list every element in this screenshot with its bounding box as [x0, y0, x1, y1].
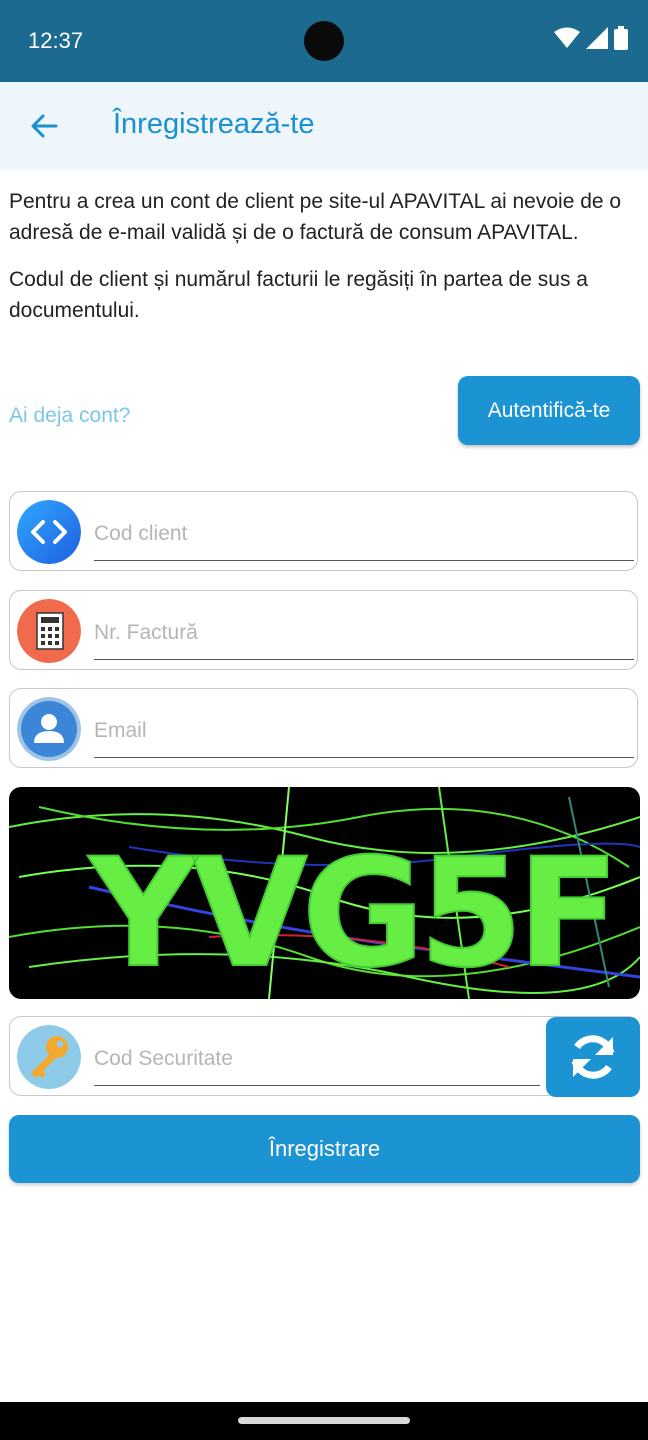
- captcha-text: YVG5F: [87, 827, 614, 999]
- invoice-number-field: [9, 590, 638, 670]
- home-gesture-handle[interactable]: [238, 1417, 410, 1424]
- camera-cutout: [304, 21, 344, 61]
- calculator-icon: [17, 599, 81, 663]
- intro-text: Pentru a crea un cont de client pe site-…: [9, 186, 639, 342]
- refresh-icon: [571, 1035, 615, 1079]
- intro-paragraph-2: Codul de client și numărul facturii le r…: [9, 268, 588, 322]
- captcha-image: YVG5F: [9, 787, 640, 999]
- login-button[interactable]: Autentifică-te: [458, 376, 640, 445]
- intro-paragraph-1: Pentru a crea un cont de client pe site-…: [9, 190, 622, 244]
- client-code-field: [9, 491, 638, 571]
- key-icon: [17, 1025, 81, 1089]
- client-code-input[interactable]: [94, 508, 634, 561]
- register-button[interactable]: Înregistrare: [9, 1115, 640, 1183]
- battery-icon: [614, 26, 628, 50]
- user-avatar-icon: [17, 697, 81, 761]
- navigation-bar: [0, 1402, 648, 1440]
- wifi-icon: [554, 27, 580, 48]
- email-field: [9, 688, 638, 768]
- code-brackets-icon: [17, 500, 81, 564]
- email-input[interactable]: [94, 705, 634, 758]
- page-title: Înregistrează-te: [113, 108, 315, 140]
- back-button[interactable]: [22, 104, 66, 148]
- status-icons: [554, 26, 628, 50]
- refresh-captcha-button[interactable]: [546, 1017, 640, 1097]
- invoice-number-input[interactable]: [94, 607, 634, 660]
- status-time: 12:37: [28, 28, 84, 53]
- arrow-left-icon: [31, 114, 58, 138]
- signal-icon: [586, 27, 608, 49]
- already-have-account-link[interactable]: Ai deja cont?: [9, 404, 130, 428]
- status-bar: 12:37: [0, 0, 648, 82]
- security-code-input[interactable]: [94, 1033, 540, 1086]
- app-bar: Înregistrează-te: [0, 82, 648, 170]
